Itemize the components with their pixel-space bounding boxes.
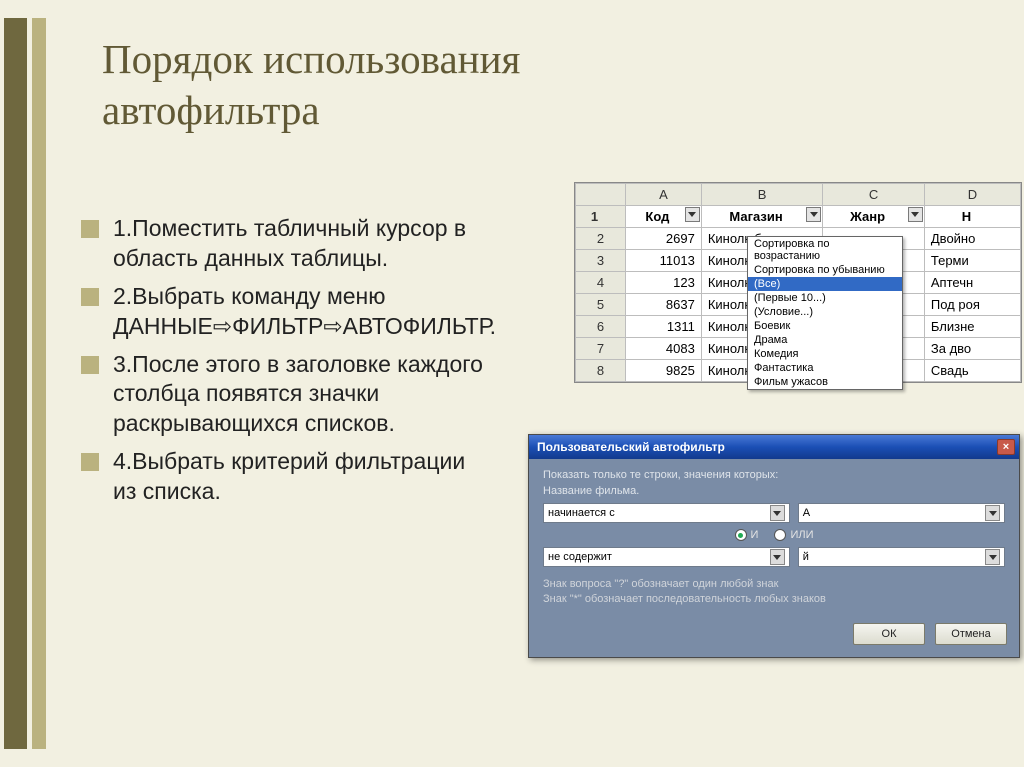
- list-item-text: 1.Поместить табличный курсор в область д…: [113, 214, 491, 274]
- close-icon[interactable]: ×: [997, 439, 1015, 455]
- dialog-title: Пользовательский автофильтр: [537, 440, 725, 454]
- filter-button[interactable]: [908, 207, 923, 222]
- bullet-icon: [81, 453, 99, 471]
- dialog-prompt: Показать только те строки, значения кото…: [543, 469, 1005, 481]
- value-1-input[interactable]: А: [798, 503, 1005, 523]
- field-header[interactable]: Код: [625, 206, 701, 228]
- operator-2-select[interactable]: не содержит: [543, 547, 790, 567]
- field-header[interactable]: Н: [924, 206, 1020, 228]
- field-header[interactable]: Магазин: [701, 206, 822, 228]
- col-header[interactable]: A: [625, 184, 701, 206]
- filter-button[interactable]: [685, 207, 700, 222]
- row-header[interactable]: 1: [576, 206, 626, 228]
- dropdown-item[interactable]: Фантастика: [748, 361, 902, 375]
- accent-stripe: [4, 18, 60, 749]
- bullet-icon: [81, 220, 99, 238]
- autofilter-dropdown[interactable]: Сортировка по возрастанию Сортировка по …: [747, 236, 903, 390]
- chevron-down-icon[interactable]: [985, 505, 1000, 521]
- chevron-down-icon[interactable]: [770, 505, 785, 521]
- title-line-1: Порядок использования: [102, 36, 520, 82]
- chevron-down-icon[interactable]: [770, 549, 785, 565]
- list-item-text: 4.Выбрать критерий фильтрации из списка.: [113, 447, 491, 507]
- dialog-titlebar[interactable]: Пользовательский автофильтр ×: [529, 435, 1019, 459]
- dropdown-item[interactable]: Боевик: [748, 319, 902, 333]
- radio-icon: [774, 529, 786, 541]
- ok-button[interactable]: ОК: [853, 623, 925, 645]
- radio-icon: [735, 529, 747, 541]
- custom-autofilter-dialog: Пользовательский автофильтр × Показать т…: [528, 434, 1020, 658]
- list-item: 4.Выбрать критерий фильтрации из списка.: [81, 447, 491, 507]
- dialog-hints: Знак вопроса "?" обозначает один любой з…: [543, 577, 1005, 607]
- radio-and[interactable]: И: [735, 529, 759, 541]
- dialog-field-name: Название фильма.: [543, 485, 1005, 497]
- list-item: 1.Поместить табличный курсор в область д…: [81, 214, 491, 274]
- list-item-text: 2.Выбрать команду меню ДАННЫЕ⇨ФИЛЬТР⇨АВТ…: [113, 282, 496, 342]
- dropdown-item[interactable]: Сортировка по убыванию: [748, 263, 902, 277]
- value-2-input[interactable]: й: [798, 547, 1005, 567]
- col-header[interactable]: D: [924, 184, 1020, 206]
- operator-1-select[interactable]: начинается с: [543, 503, 790, 523]
- dropdown-item[interactable]: (Условие...): [748, 305, 902, 319]
- col-header[interactable]: B: [701, 184, 822, 206]
- bullet-list: 1.Поместить табличный курсор в область д…: [81, 214, 491, 515]
- list-item: 3.После этого в заголовке каждого столбц…: [81, 350, 491, 440]
- dropdown-item[interactable]: Комедия: [748, 347, 902, 361]
- dropdown-item[interactable]: (Первые 10...): [748, 291, 902, 305]
- field-header[interactable]: Жанр: [823, 206, 925, 228]
- bullet-icon: [81, 356, 99, 374]
- corner-cell[interactable]: [576, 184, 626, 206]
- list-item-text: 3.После этого в заголовке каждого столбц…: [113, 350, 491, 440]
- radio-or[interactable]: ИЛИ: [774, 529, 813, 541]
- slide-title: Порядок использования автофильтра: [102, 34, 520, 137]
- col-header[interactable]: C: [823, 184, 925, 206]
- dropdown-item[interactable]: Сортировка по возрастанию: [748, 237, 902, 263]
- list-item: 2.Выбрать команду меню ДАННЫЕ⇨ФИЛЬТР⇨АВТ…: [81, 282, 491, 342]
- title-line-2: автофильтра: [102, 87, 320, 133]
- dropdown-item[interactable]: Драма: [748, 333, 902, 347]
- filter-button[interactable]: [806, 207, 821, 222]
- cancel-button[interactable]: Отмена: [935, 623, 1007, 645]
- dropdown-item-selected[interactable]: (Все): [748, 277, 902, 291]
- chevron-down-icon[interactable]: [985, 549, 1000, 565]
- bullet-icon: [81, 288, 99, 306]
- dropdown-item[interactable]: Фильм ужасов: [748, 375, 902, 389]
